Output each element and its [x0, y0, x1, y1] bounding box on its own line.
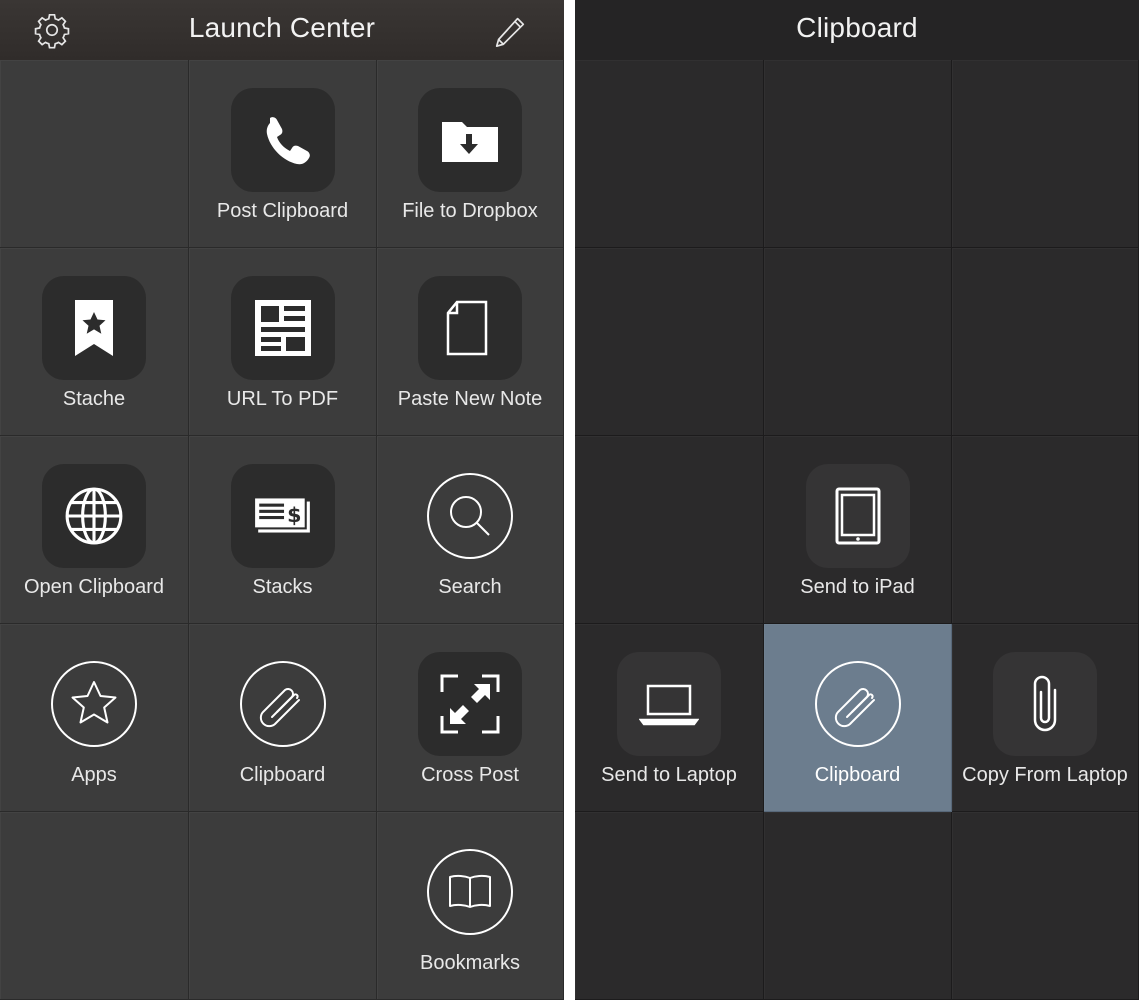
action-label: File to Dropbox [402, 200, 538, 222]
empty-slot[interactable] [0, 812, 189, 1000]
document-icon [446, 300, 488, 356]
edit-button[interactable] [490, 10, 530, 50]
action-post-clipboard[interactable]: Post Clipboard [189, 60, 377, 248]
phone-icon [266, 117, 310, 165]
empty-slot[interactable] [952, 812, 1139, 1000]
action-icon-tile [230, 88, 335, 192]
page-title: Clipboard [796, 12, 918, 43]
action-label: Send to iPad [800, 576, 915, 598]
action-file-to-dropbox[interactable]: File to Dropbox [377, 60, 564, 248]
empty-slot[interactable] [952, 60, 1139, 248]
paperclip-icon [259, 688, 300, 728]
action-label: Cross Post [421, 764, 519, 786]
bookmark-star-icon [75, 300, 113, 356]
action-send-to-laptop[interactable]: Send to Laptop [575, 624, 764, 812]
paperclip-icon [834, 688, 875, 728]
navigation-bar: Clipboard [575, 0, 1139, 60]
action-open-clipboard[interactable]: Open Clipboard [0, 436, 189, 624]
cheque-icon: $ [252, 496, 310, 533]
ipad-icon [835, 487, 880, 545]
action-grid: Post Clipboard File to Dropbox Stache UR… [0, 60, 564, 1000]
navigation-bar: Launch Center [0, 0, 564, 60]
action-stacks[interactable]: $ Stacks [189, 436, 377, 624]
svg-text:$: $ [287, 503, 301, 527]
action-label: URL To PDF [226, 388, 339, 410]
action-icon-tile [42, 276, 146, 380]
empty-slot[interactable] [764, 60, 952, 248]
action-send-to-ipad[interactable]: Send to iPad [764, 436, 952, 624]
launch-center-panel: Launch Center Post Clipboard File to Dro… [0, 0, 564, 1000]
action-grid: Send to iPad Send to Laptop Clipboard Co… [575, 60, 1139, 1000]
expand-arrows-icon [440, 674, 500, 734]
action-copy-from-laptop[interactable]: Copy From Laptop [952, 624, 1139, 812]
folder-download-icon [442, 122, 498, 162]
action-label: Search [438, 576, 502, 598]
action-label: Stacks [252, 576, 313, 598]
empty-slot[interactable] [764, 248, 952, 436]
globe-icon [65, 487, 123, 545]
action-icon-tile [993, 652, 1097, 756]
action-icon-ring [427, 473, 513, 559]
action-url-to-pdf[interactable]: URL To PDF [189, 248, 377, 436]
action-clipboard-selected[interactable]: Clipboard [764, 624, 952, 812]
empty-slot[interactable] [764, 812, 952, 1000]
action-label: Open Clipboard [23, 576, 165, 598]
empty-slot[interactable] [189, 812, 377, 1000]
empty-slot[interactable] [952, 248, 1139, 436]
action-icon-tile [805, 464, 910, 568]
book-icon [449, 874, 491, 908]
empty-slot[interactable] [575, 248, 764, 436]
action-bookmarks[interactable]: Bookmarks [377, 812, 564, 1000]
action-icon-ring [814, 661, 901, 747]
action-icon-tile [418, 276, 522, 380]
clipboard-panel: Clipboard Send to iPad Send to Laptop Cl… [575, 0, 1139, 1000]
action-search[interactable]: Search [377, 436, 564, 624]
newspaper-icon [254, 300, 311, 356]
action-apps[interactable]: Apps [0, 624, 189, 812]
pencil-icon [495, 17, 525, 48]
action-icon-ring [51, 661, 137, 747]
action-icon-ring [427, 849, 513, 935]
action-cross-post[interactable]: Cross Post [377, 624, 564, 812]
action-label: Apps [71, 764, 117, 786]
laptop-icon [639, 684, 699, 726]
empty-slot[interactable] [952, 436, 1139, 624]
empty-slot[interactable] [575, 436, 764, 624]
star-icon [71, 681, 117, 724]
action-label: Send to Laptop [601, 764, 737, 786]
empty-slot[interactable] [0, 60, 189, 248]
action-icon-tile: $ [230, 464, 335, 568]
action-label: Paste New Note [397, 388, 543, 410]
action-label: Clipboard [814, 764, 901, 786]
action-icon-ring [239, 661, 326, 747]
page-title: Launch Center [188, 12, 376, 43]
paperclip-vertical-icon [1033, 675, 1057, 732]
search-icon [450, 496, 490, 536]
action-label: Copy From Laptop [962, 764, 1128, 786]
action-icon-tile [42, 464, 146, 568]
empty-slot[interactable] [575, 60, 764, 248]
action-clipboard[interactable]: Clipboard [189, 624, 377, 812]
action-icon-tile [617, 652, 721, 756]
action-label: Clipboard [239, 764, 326, 786]
action-label: Bookmarks [419, 952, 521, 974]
action-label: Stache [62, 388, 126, 410]
action-label: Post Clipboard [216, 200, 349, 222]
action-icon-tile [418, 88, 522, 192]
action-icon-tile [418, 652, 522, 756]
action-paste-new-note[interactable]: Paste New Note [377, 248, 564, 436]
action-stache[interactable]: Stache [0, 248, 189, 436]
action-icon-tile [230, 276, 335, 380]
empty-slot[interactable] [575, 812, 764, 1000]
